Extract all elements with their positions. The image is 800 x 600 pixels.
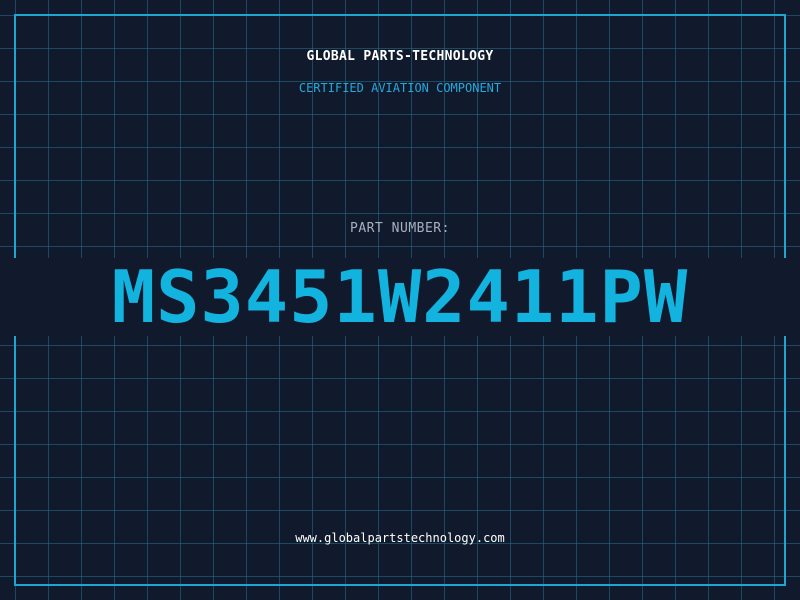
part-label-card: GLOBAL PARTS-TECHNOLOGY CERTIFIED AVIATI… <box>0 0 800 600</box>
website-url: www.globalpartstechnology.com <box>295 531 505 545</box>
part-number-value: MS3451W2411PW <box>111 255 689 339</box>
certification-tagline: CERTIFIED AVIATION COMPONENT <box>298 81 502 95</box>
part-number-label: PART NUMBER: <box>350 221 450 236</box>
brand-name: GLOBAL PARTS-TECHNOLOGY <box>306 49 494 64</box>
